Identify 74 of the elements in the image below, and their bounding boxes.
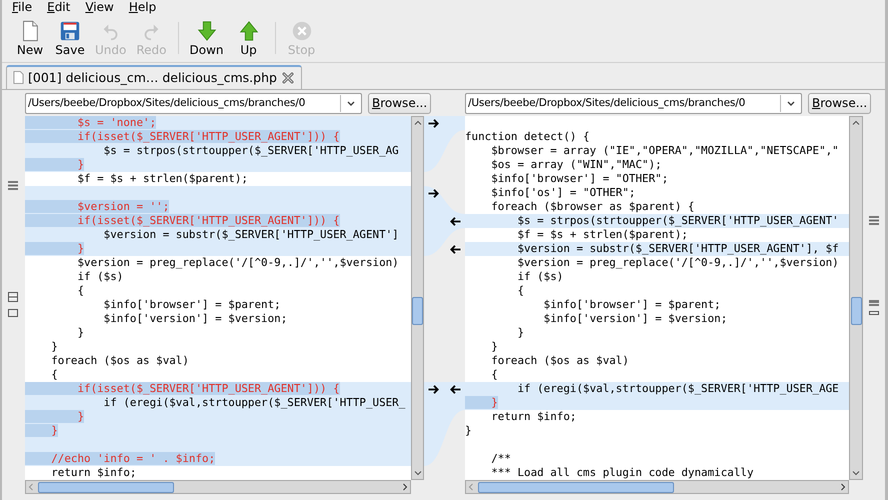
menu-item[interactable]: File	[12, 0, 32, 14]
file-tab[interactable]: [001] delicious_cm… delicious_cms.php	[6, 65, 302, 89]
browse-button[interactable]: Browse...	[808, 92, 872, 114]
code-line: $version = preg_replace('/[^0-9,.]/','',$version)	[76, 256, 400, 270]
code-line: foreach ($os as $val)	[50, 354, 190, 368]
menu-item[interactable]: View	[85, 0, 114, 14]
copy-left-arrow-icon[interactable]	[448, 384, 462, 394]
horizontal-scrollbar[interactable]	[25, 480, 411, 494]
horizontal-scrollbar[interactable]	[465, 480, 849, 494]
tab-label: [001] delicious_cm… delicious_cms.php	[28, 70, 277, 85]
code-editor[interactable]	[465, 116, 849, 480]
code-line: if ($s)	[516, 270, 564, 284]
scrollbar-thumb[interactable]	[412, 297, 423, 325]
new-button[interactable]: New	[10, 18, 50, 58]
code-line: {	[490, 368, 499, 382]
scroll-right-icon[interactable]	[838, 481, 848, 493]
copy-right-arrow-icon[interactable]	[427, 118, 441, 128]
code-line: $browser = array ("IE","OPERA","MOZILLA","NETSCAPE","	[490, 144, 840, 158]
code-line: $info['browser'] = "OTHER";	[490, 172, 670, 186]
document-icon	[13, 71, 24, 84]
menu-item[interactable]: Help	[128, 0, 156, 14]
scrollbar-thumb[interactable]	[478, 482, 674, 493]
copy-left-arrow-icon[interactable]	[448, 216, 462, 226]
code-line: $info['version'] = $version;	[542, 312, 728, 326]
up-button[interactable]: Up	[228, 18, 269, 58]
code-line: *** Load all cms plugin code dynamically	[490, 466, 754, 480]
copy-right-arrow-icon[interactable]	[427, 384, 441, 394]
scrollbar-thumb[interactable]	[38, 482, 174, 493]
code-line: $os = array ("WIN","MAC");	[490, 158, 663, 172]
browse-button[interactable]: Browse...	[368, 92, 432, 114]
code-line: if ($s)	[76, 270, 124, 284]
code-line: }	[490, 340, 499, 354]
copy-left-arrow-icon[interactable]	[448, 244, 462, 254]
copy-right-arrow-icon[interactable]	[427, 188, 441, 198]
close-icon[interactable]	[280, 70, 295, 84]
code-line: /**	[490, 452, 512, 466]
code-line: {	[76, 284, 86, 298]
code-line: return $info;	[50, 466, 138, 480]
vertical-scrollbar[interactable]	[849, 116, 863, 480]
menu-item[interactable]: Edit	[47, 0, 70, 14]
up-arrow-icon	[238, 20, 260, 42]
code-line: }	[50, 340, 59, 354]
diff-marker-icon[interactable]	[8, 292, 18, 302]
code-line: foreach ($browser as $parent) {	[490, 200, 696, 214]
code-line: function detect() {	[465, 130, 591, 144]
vertical-scrollbar[interactable]	[411, 116, 424, 480]
diff-marker-icon[interactable]	[8, 181, 18, 190]
path-combo-box[interactable]: /Users/beebe/Dropbox/Sites/delicious_cms/branches/0	[25, 92, 362, 114]
code-line: $f = $s + strlen($parent);	[76, 172, 249, 186]
code-line: }	[516, 326, 526, 340]
code-line: $f = $s + strlen($parent);	[516, 228, 689, 242]
code-line: $info['browser'] = $parent;	[542, 298, 722, 312]
code-line: }	[76, 326, 86, 340]
down-button[interactable]: Down	[184, 18, 229, 58]
code-line: $info['version'] = $version;	[102, 312, 288, 326]
code-line: foreach ($os as $val)	[490, 354, 630, 368]
path-combo-box[interactable]: /Users/beebe/Dropbox/Sites/delicious_cms/branches/0	[465, 92, 802, 114]
stop-icon	[290, 20, 313, 42]
code-line: {	[516, 284, 526, 298]
diff-marker-icon[interactable]	[869, 216, 879, 225]
scrollbar-thumb[interactable]	[850, 297, 862, 325]
code-line: return $info;	[490, 410, 578, 424]
down-arrow-icon	[196, 20, 218, 42]
diff-marker-icon[interactable]	[869, 300, 879, 306]
code-line: $info['os'] = "OTHER";	[490, 186, 636, 200]
code-editor[interactable]	[25, 116, 411, 480]
diff-marker-icon[interactable]	[869, 311, 879, 315]
code-line: $version = preg_replace('/[^0-9,.]/','',$version)	[516, 256, 840, 270]
code-line: $info['browser'] = $parent;	[102, 298, 282, 312]
code-line: }	[465, 424, 473, 438]
diff-marker-icon[interactable]	[8, 309, 18, 317]
save-button[interactable]: Save	[50, 18, 90, 58]
scroll-right-icon[interactable]	[400, 481, 410, 493]
code-line: {	[50, 368, 59, 382]
